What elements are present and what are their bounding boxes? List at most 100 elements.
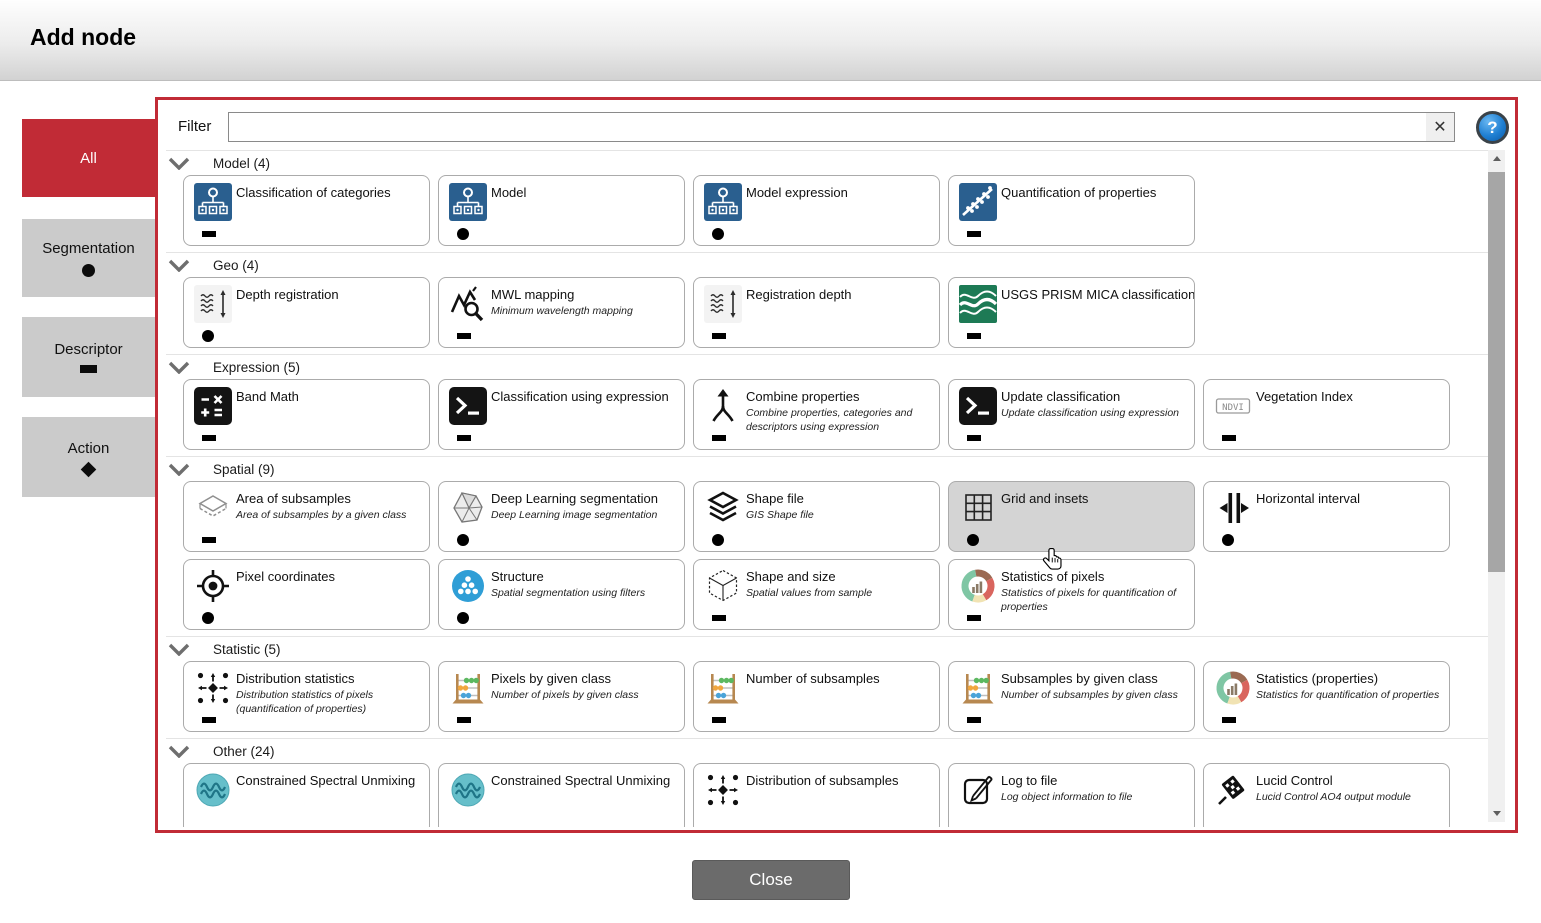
tile-shape-file[interactable]: Shape fileGIS Shape file <box>693 481 940 552</box>
tile-title: Pixel coordinates <box>236 569 425 584</box>
tile-shape-and-size[interactable]: Shape and sizeSpatial values from sample <box>693 559 940 630</box>
tile-title: Statistics (properties) <box>1256 671 1445 686</box>
tile-title: Constrained Spectral Unmixing <box>491 773 680 788</box>
tile-title: Subsamples by given class <box>1001 671 1190 686</box>
tile-title: Vegetation Index <box>1256 389 1445 404</box>
tile-lucid-control[interactable]: Lucid ControlLucid Control AO4 output mo… <box>1203 763 1450 827</box>
tile-text: StructureSpatial segmentation using filt… <box>491 569 680 601</box>
section-header[interactable]: Statistic (5) <box>166 636 1488 660</box>
tile-text: Quantification of properties <box>1001 185 1190 200</box>
tile-vegetation-index[interactable]: NDVI Vegetation Index <box>1203 379 1450 450</box>
dash-marker-icon <box>457 333 471 339</box>
tile-title: Update classification <box>1001 389 1190 404</box>
close-button[interactable]: Close <box>692 860 850 900</box>
tile-text: Subsamples by given class Number of subsa… <box>1001 671 1190 703</box>
tile-constrained-spectral-unmixing[interactable]: Constrained Spectral Unmixing <box>183 763 430 827</box>
tile-subtitle: Combine properties, categories and descr… <box>746 407 934 434</box>
tile-grid-and-insets[interactable]: Grid and insets <box>948 481 1195 552</box>
tile-title: Classification using expression <box>491 389 680 404</box>
sidebar-item-descriptor[interactable]: Descriptor <box>22 317 155 397</box>
chevron-down-icon[interactable] <box>168 745 190 758</box>
tile-pixels-by-given-class[interactable]: Pixels by given classNumber of pixels by… <box>438 661 685 732</box>
tile-title: Distribution statistics <box>236 671 425 686</box>
tile-statistics-properties[interactable]: Statistics (properties)Statistics for qu… <box>1203 661 1450 732</box>
scroll-down-icon[interactable] <box>1488 805 1505 822</box>
clear-filter-icon[interactable]: ✕ <box>1426 113 1454 141</box>
spectral-waves-icon <box>449 771 487 809</box>
tile-mwl-mapping[interactable]: MWL mappingMinimum wavelength mapping <box>438 277 685 348</box>
tile-title: Classification of categories <box>236 185 425 200</box>
tile-statistics-of-pixels[interactable]: Statistics of pixelsStatistics of pixels… <box>948 559 1195 630</box>
vertical-scrollbar[interactable] <box>1488 150 1505 822</box>
tile-title: Shape and size <box>746 569 935 584</box>
tile-usgs-prism-mica-classification[interactable]: USGS PRISM MICA classification <box>948 277 1195 348</box>
tile-title: Structure <box>491 569 680 584</box>
tile-constrained-spectral-unmixing[interactable]: Constrained Spectral Unmixing <box>438 763 685 827</box>
tile-update-classification[interactable]: Update classificationUpdate classificati… <box>948 379 1195 450</box>
tile-combine-properties[interactable]: Combine propertiesCombine properties, ca… <box>693 379 940 450</box>
chevron-down-icon[interactable] <box>168 259 190 272</box>
tile-distribution-statistics[interactable]: Distribution statisticsDistribution stat… <box>183 661 430 732</box>
diamond-layers-icon <box>194 489 232 527</box>
tile-classification-using-expression[interactable]: Classification using expression <box>438 379 685 450</box>
dash-marker-icon <box>202 537 216 543</box>
scrollbar-thumb[interactable] <box>1488 172 1505 572</box>
tile-text: Pixel coordinates <box>236 569 425 584</box>
section-header[interactable]: Spatial (9) <box>166 456 1488 480</box>
ndvi-box-icon: NDVI <box>1214 387 1252 425</box>
tile-classification-of-categories[interactable]: Classification of categories <box>183 175 430 246</box>
circle-marker-icon <box>967 534 979 546</box>
tile-deep-learning-segmentation[interactable]: Deep Learning segmentationDeep Learning … <box>438 481 685 552</box>
tile-area-of-subsamples[interactable]: Area of subsamplesArea of subsamples by … <box>183 481 430 552</box>
tile-registration-depth[interactable]: Registration depth <box>693 277 940 348</box>
tile-text: Distribution of subsamples <box>746 773 935 788</box>
circle-marker-icon <box>457 228 469 240</box>
sidebar-item-segmentation[interactable]: Segmentation <box>22 219 155 297</box>
section-header[interactable]: Geo (4) <box>166 252 1488 276</box>
tile-model[interactable]: Model <box>438 175 685 246</box>
section-header[interactable]: Expression (5) <box>166 354 1488 378</box>
help-button[interactable]: ? <box>1476 111 1509 144</box>
tile-subtitle: Area of subsamples by a given class <box>236 509 424 523</box>
spectral-waves-icon <box>194 771 232 809</box>
dash-marker-icon <box>967 333 981 339</box>
circle-marker-icon <box>712 228 724 240</box>
section-header[interactable]: Other (24) <box>166 738 1488 762</box>
tile-text: Shape and sizeSpatial values from sample <box>746 569 935 601</box>
question-mark-icon: ? <box>1487 118 1497 138</box>
tile-horizontal-interval[interactable]: Horizontal interval <box>1203 481 1450 552</box>
tile-text: Distribution statisticsDistribution stat… <box>236 671 425 716</box>
tile-title: Model <box>491 185 680 200</box>
chevron-down-icon[interactable] <box>168 643 190 656</box>
scroll-up-icon[interactable] <box>1488 150 1505 167</box>
filter-input[interactable] <box>229 113 1426 141</box>
dash-marker-icon <box>712 333 726 339</box>
sidebar-item-all[interactable]: All <box>22 119 155 197</box>
chevron-down-icon[interactable] <box>168 463 190 476</box>
tile-text: Constrained Spectral Unmixing <box>491 773 680 788</box>
tile-log-to-file[interactable]: Log to fileLog object information to fil… <box>948 763 1195 827</box>
chevron-down-icon[interactable] <box>168 157 190 170</box>
section-label: Model (4) <box>213 156 270 171</box>
tile-band-math[interactable]: Band Math <box>183 379 430 450</box>
tile-quantification-of-properties[interactable]: Quantification of properties <box>948 175 1195 246</box>
tile-distribution-of-subsamples[interactable]: Distribution of subsamples <box>693 763 940 827</box>
dash-marker-icon <box>967 717 981 723</box>
tile-model-expression[interactable]: Model expression <box>693 175 940 246</box>
depth-waves-icon <box>194 285 232 323</box>
circle-marker-icon <box>457 612 469 624</box>
tile-subsamples-by-given-class[interactable]: Subsamples by given class Number of subsa… <box>948 661 1195 732</box>
tile-number-of-subsamples[interactable]: Number of subsamples <box>693 661 940 732</box>
chevron-down-icon[interactable] <box>168 361 190 374</box>
section-header[interactable]: Model (4) <box>166 150 1488 174</box>
section-expression-5: Expression (5)Band Math Classification us… <box>166 354 1488 450</box>
tile-subtitle: Number of subsamples by given class <box>1001 689 1189 703</box>
tile-structure[interactable]: StructureSpatial segmentation using filt… <box>438 559 685 630</box>
tile-text: Deep Learning segmentationDeep Learning … <box>491 491 680 523</box>
tile-grid: Area of subsamplesArea of subsamples by … <box>183 481 1468 630</box>
tile-depth-registration[interactable]: Depth registration <box>183 277 430 348</box>
sidebar-item-action[interactable]: Action <box>22 417 155 497</box>
tile-text: Update classificationUpdate classificati… <box>1001 389 1190 421</box>
tile-pixel-coordinates[interactable]: Pixel coordinates <box>183 559 430 630</box>
tile-title: Horizontal interval <box>1256 491 1445 506</box>
